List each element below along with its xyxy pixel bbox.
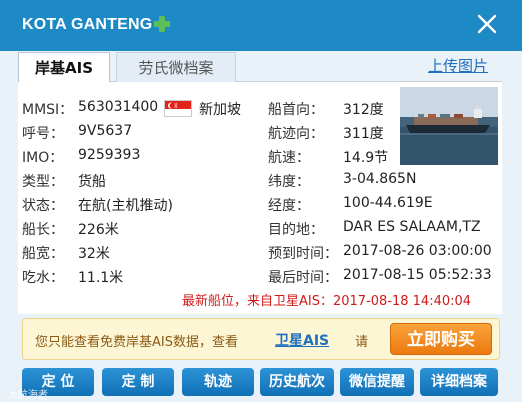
action-bar: 定 位 定 制 轨迹 历史航次 微信提醒 详细档案 bbox=[0, 368, 522, 398]
tab-shore-ais[interactable]: 岸基AIS bbox=[18, 52, 110, 83]
detail-profile-button[interactable]: 详细档案 bbox=[420, 368, 498, 396]
last-time-label: 最后时间： bbox=[268, 270, 338, 286]
course-label: 航迹向： bbox=[268, 126, 324, 142]
longitude-label: 经度： bbox=[268, 198, 310, 214]
length-value: 226米 bbox=[78, 222, 119, 238]
type-label: 类型： bbox=[22, 174, 64, 190]
beam-label: 船宽： bbox=[22, 246, 64, 262]
ship-photo[interactable] bbox=[400, 87, 498, 165]
imo-label: IMO： bbox=[22, 150, 64, 166]
dialog-header: KOTA GANTENG bbox=[0, 0, 522, 51]
track-button[interactable]: 轨迹 bbox=[182, 368, 254, 396]
wechat-alert-button[interactable]: 微信提醒 bbox=[340, 368, 414, 396]
destination-label: 目的地： bbox=[268, 222, 324, 238]
tab-lloyds-profile[interactable]: 劳氏微档案 bbox=[116, 52, 236, 83]
latitude-value: 3-04.865N bbox=[343, 171, 417, 187]
draught-value: 11.1米 bbox=[78, 270, 124, 286]
eta-label: 预到时间： bbox=[268, 246, 338, 262]
buy-now-button[interactable]: 立即购买 bbox=[390, 323, 492, 355]
customize-button[interactable]: 定 制 bbox=[102, 368, 174, 396]
ship-name-title: KOTA GANTENG bbox=[22, 16, 153, 33]
beam-value: 32米 bbox=[78, 246, 110, 262]
eta-value: 2017-08-26 03:00:00 bbox=[343, 243, 492, 259]
type-value: 货船 bbox=[78, 174, 106, 190]
course-value: 311度 bbox=[343, 126, 384, 142]
longitude-value: 100-44.619E bbox=[343, 195, 433, 211]
upload-photo-link[interactable]: 上传图片 bbox=[428, 55, 488, 76]
destination-value: DAR ES SALAAM,TZ bbox=[343, 219, 481, 235]
notice-bar: 您只能查看免费岸基AIS数据，查看 卫星AIS 请 立即购买 bbox=[22, 318, 500, 360]
notice-text: 您只能查看免费岸基AIS数据，查看 bbox=[35, 335, 238, 350]
voyage-history-button[interactable]: 历史航次 bbox=[260, 368, 334, 396]
green-plus-icon[interactable] bbox=[152, 14, 172, 34]
speed-value: 14.9节 bbox=[343, 150, 389, 166]
heading-label: 船首向： bbox=[268, 102, 324, 118]
draught-label: 吃水： bbox=[22, 270, 64, 286]
singapore-flag-icon bbox=[164, 100, 192, 117]
imo-value: 9259393 bbox=[78, 147, 141, 163]
close-icon[interactable] bbox=[476, 13, 498, 35]
heading-value: 312度 bbox=[343, 102, 384, 118]
mmsi-label: MMSI： bbox=[22, 102, 74, 118]
notice-tail: 请 bbox=[355, 335, 369, 350]
last-time-value: 2017-08-15 05:52:33 bbox=[343, 267, 492, 283]
status-value: 在航(主机推动) bbox=[78, 198, 173, 214]
status-label: 状态： bbox=[22, 198, 64, 214]
mmsi-value: 563031400 bbox=[78, 99, 159, 115]
satellite-ais-link[interactable]: 卫星AIS bbox=[275, 330, 329, 350]
watermark: 大航海者 bbox=[8, 390, 48, 401]
callsign-value: 9V5637 bbox=[78, 123, 133, 139]
flag-country: 新加坡 bbox=[199, 102, 241, 118]
latest-position-note: 最新船位，来自卫星AIS：2017-08-18 14:40:04 bbox=[182, 294, 472, 309]
length-label: 船长： bbox=[22, 222, 64, 238]
callsign-label: 呼号： bbox=[22, 126, 64, 142]
speed-label: 航速： bbox=[268, 150, 310, 166]
latitude-label: 纬度： bbox=[268, 174, 310, 190]
